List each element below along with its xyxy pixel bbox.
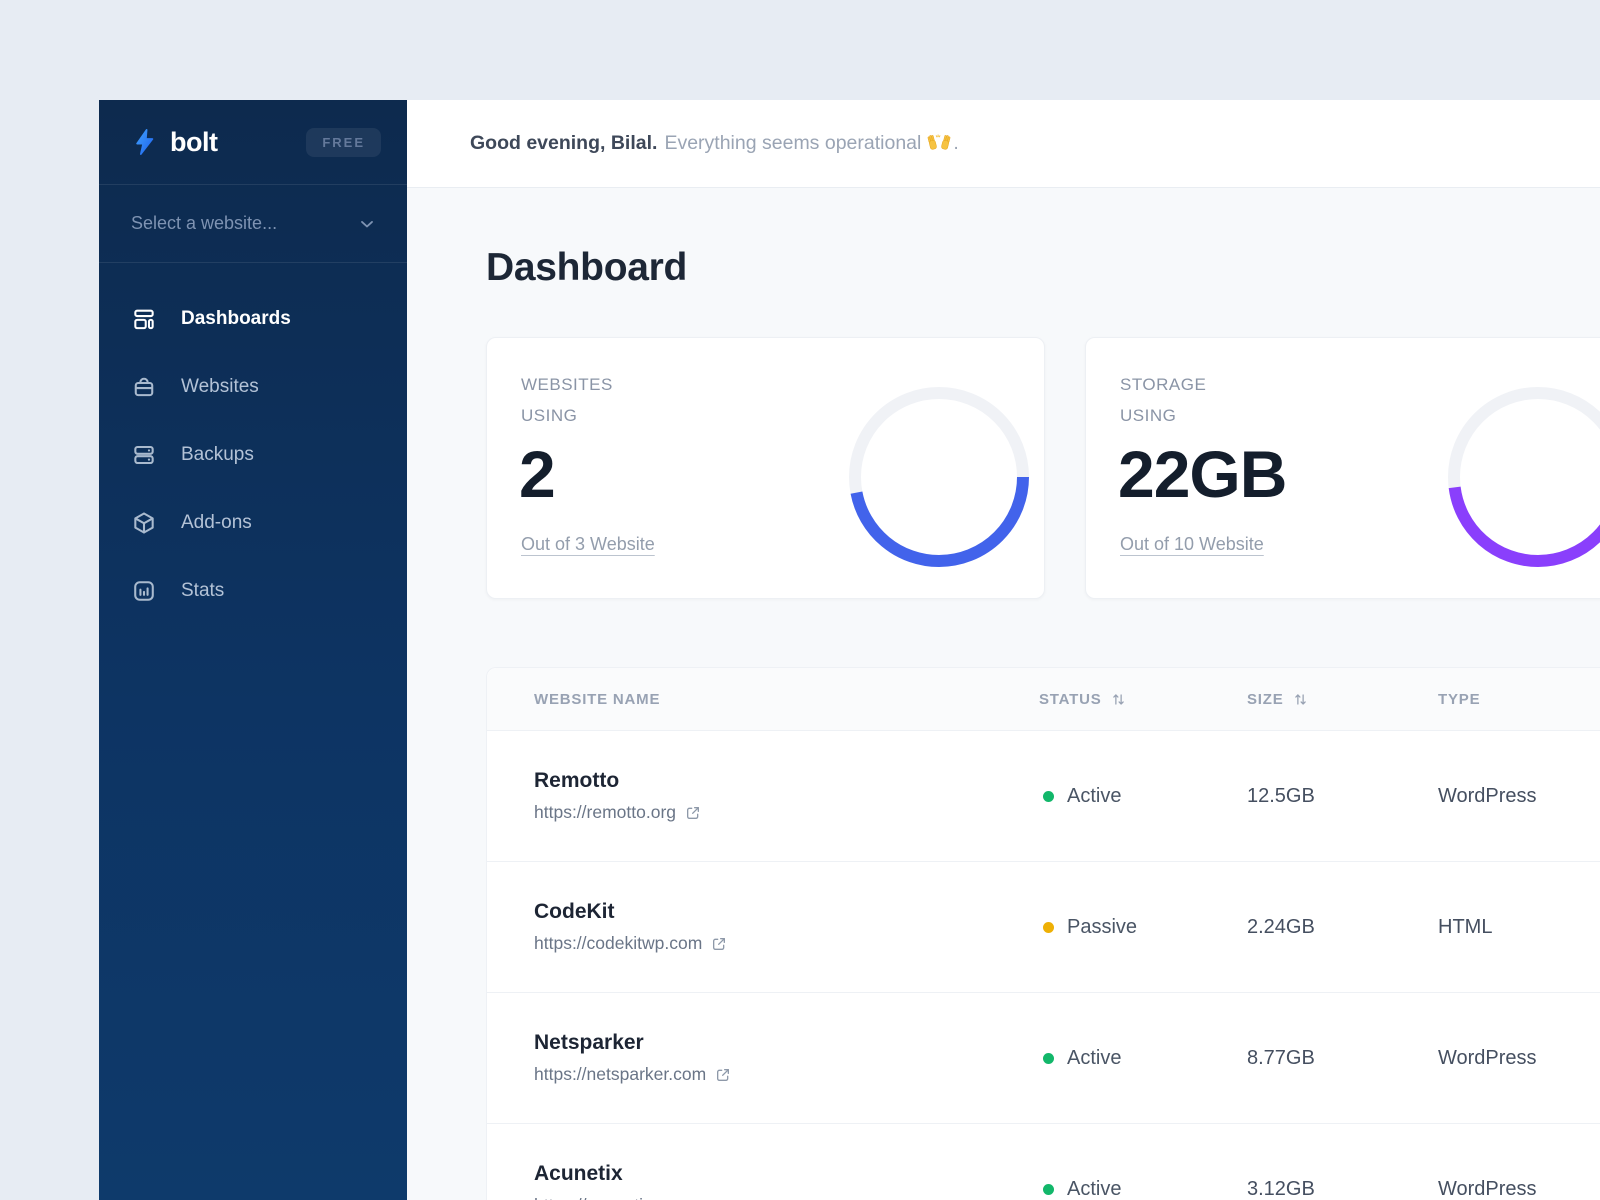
website-url[interactable]: https://netsparker.com: [534, 1064, 1039, 1085]
status-label: Passive: [1067, 915, 1138, 938]
brand-logo: bolt: [131, 126, 218, 158]
size-cell: 3.12GB: [1247, 1177, 1315, 1200]
dashboard-content: Dashboard WEBSITES USING 2 Out of 3 Webs…: [407, 188, 1600, 1200]
sidebar-nav: Dashboards Websites Backups Add-ons Stat…: [99, 263, 407, 625]
website-name-cell: Netsparker https://netsparker.com: [487, 1031, 1039, 1085]
website-url[interactable]: https://codekitwp.com: [534, 933, 1039, 954]
page-title: Dashboard: [486, 246, 688, 289]
card-label: STORAGE USING: [1120, 375, 1207, 426]
table-header: WEBSITE NAME STATUS SIZE TYPE: [487, 668, 1600, 730]
websites-icon: [131, 374, 157, 400]
size-cell: 12.5GB: [1247, 784, 1315, 807]
status-label: Active: [1067, 1046, 1122, 1069]
website-url[interactable]: https://remotto.org: [534, 802, 1039, 823]
size-cell: 8.77GB: [1247, 1046, 1315, 1069]
chevron-down-icon: [361, 220, 373, 227]
main-area: Good evening, Bilal. Everything seems op…: [407, 100, 1600, 1200]
status-dot: [1043, 1052, 1054, 1064]
websites-usage-value: 2: [519, 437, 556, 511]
card-label: WEBSITES USING: [521, 375, 613, 426]
sidebar-item-dashboards[interactable]: Dashboards: [99, 285, 407, 353]
greeting-secondary: Everything seems operational: [664, 132, 922, 154]
status-cell: Active: [1039, 1047, 1247, 1070]
websites-usage-link[interactable]: Out of 3 Website: [521, 534, 655, 555]
sidebar-item-label: Backups: [181, 444, 254, 465]
table-row: Acunetix https://acunetix.com: [487, 1123, 1600, 1200]
status-cell: Active: [1039, 785, 1247, 808]
status-label: Active: [1067, 1177, 1122, 1200]
column-header-type: TYPE: [1438, 690, 1481, 708]
sidebar-item-websites[interactable]: Websites: [99, 353, 407, 421]
storage-usage-value: 22GB: [1118, 437, 1287, 511]
sidebar: bolt FREE Select a website... Dashboards: [99, 100, 407, 1200]
status-cell: Passive: [1039, 916, 1247, 939]
website-selector[interactable]: Select a website...: [99, 185, 407, 263]
type-cell: WordPress: [1438, 1177, 1537, 1200]
raised-hands-emoji: [927, 133, 951, 155]
column-header-size[interactable]: SIZE: [1247, 691, 1438, 708]
column-header-website-name: WEBSITE NAME: [534, 690, 661, 708]
external-link-icon[interactable]: [685, 805, 701, 821]
type-cell: HTML: [1438, 915, 1493, 938]
website-name: CodeKit: [534, 900, 615, 923]
sidebar-header: bolt FREE: [99, 100, 407, 185]
websites-table: WEBSITE NAME STATUS SIZE TYPE Remotto ht…: [486, 667, 1600, 1200]
status-dot: [1043, 790, 1054, 802]
websites-progress-ring: [849, 387, 1029, 567]
dashboards-icon: [131, 306, 157, 332]
app-window: bolt FREE Select a website... Dashboards: [99, 100, 1600, 1200]
plan-badge: FREE: [306, 127, 381, 157]
type-cell: WordPress: [1438, 1046, 1537, 1069]
sidebar-item-addons[interactable]: Add-ons: [99, 489, 407, 557]
greeting-period: .: [953, 132, 959, 154]
stats-icon: [131, 578, 157, 604]
bolt-icon: [136, 129, 154, 155]
sort-icon[interactable]: [1111, 692, 1126, 707]
backups-icon: [131, 442, 157, 468]
sort-icon[interactable]: [1293, 692, 1308, 707]
sidebar-item-backups[interactable]: Backups: [99, 421, 407, 489]
website-name: Remotto: [534, 769, 620, 792]
sidebar-item-label: Websites: [181, 376, 259, 397]
website-name: Acunetix: [534, 1162, 623, 1185]
storage-usage-card: STORAGE USING 22GB Out of 10 Website: [1085, 337, 1600, 599]
greeting-bar: Good evening, Bilal. Everything seems op…: [407, 100, 1600, 188]
status-cell: Active: [1039, 1178, 1247, 1200]
type-cell: WordPress: [1438, 784, 1537, 807]
sidebar-item-stats[interactable]: Stats: [99, 557, 407, 625]
brand-name: bolt: [170, 126, 218, 157]
addons-icon: [131, 510, 157, 536]
table-row: CodeKit https://codekitwp.com Passive 2.…: [487, 861, 1600, 992]
status-label: Active: [1067, 784, 1122, 807]
website-name-cell: Acunetix https://acunetix.com: [487, 1162, 1039, 1200]
column-header-status[interactable]: STATUS: [1039, 691, 1247, 708]
external-link-icon[interactable]: [715, 1067, 731, 1083]
stat-cards-row: WEBSITES USING 2 Out of 3 Website STORAG…: [486, 337, 1600, 599]
websites-usage-card: WEBSITES USING 2 Out of 3 Website: [486, 337, 1045, 599]
table-row: Remotto https://remotto.org Active 12.5G…: [487, 730, 1600, 861]
sidebar-item-label: Dashboards: [181, 308, 291, 329]
status-dot: [1043, 921, 1054, 933]
sidebar-item-label: Add-ons: [181, 512, 252, 533]
website-name: Netsparker: [534, 1031, 644, 1054]
size-cell: 2.24GB: [1247, 915, 1315, 938]
storage-usage-link[interactable]: Out of 10 Website: [1120, 534, 1264, 555]
sidebar-item-label: Stats: [181, 580, 225, 601]
website-name-cell: CodeKit https://codekitwp.com: [487, 900, 1039, 954]
external-link-icon[interactable]: [711, 936, 727, 952]
website-url[interactable]: https://acunetix.com: [534, 1195, 1039, 1200]
website-selector-placeholder: Select a website...: [131, 213, 278, 233]
table-row: Netsparker https://netsparker.com Active…: [487, 992, 1600, 1123]
greeting-primary: Good evening, Bilal.: [470, 132, 658, 154]
status-dot: [1043, 1183, 1054, 1195]
website-name-cell: Remotto https://remotto.org: [487, 769, 1039, 823]
storage-progress-ring: [1448, 387, 1600, 567]
